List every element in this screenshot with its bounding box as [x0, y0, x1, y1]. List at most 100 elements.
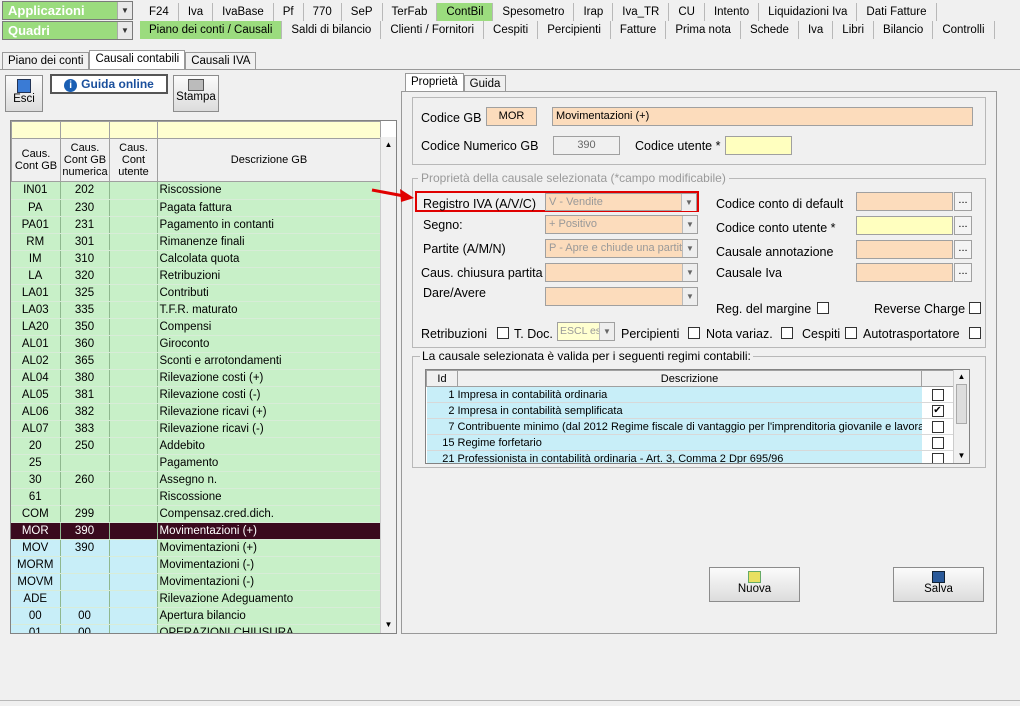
table-row[interactable]: LA01 325 Contributi: [11, 284, 381, 302]
regime-checkbox[interactable]: [931, 388, 944, 401]
conto-utente-browse-button[interactable]: ...: [954, 216, 972, 235]
table-row[interactable]: LA03 335 T.F.R. maturato: [11, 301, 381, 319]
esci-button[interactable]: Esci: [5, 75, 43, 112]
regime-row[interactable]: 7 Contribuente minimo (dal 2012 Regime fi…: [426, 418, 954, 435]
section-tab[interactable]: Schede: [741, 21, 799, 39]
module-tab[interactable]: CU: [669, 3, 705, 21]
module-tab[interactable]: Dati Fatture: [857, 3, 937, 21]
right-tab[interactable]: Proprietà: [405, 73, 464, 93]
section-tab[interactable]: Piano dei conti / Causali: [140, 21, 283, 39]
chevron-down-icon[interactable]: ▼: [599, 323, 614, 340]
module-tab[interactable]: TerFab: [383, 3, 438, 21]
table-row[interactable]: IM 310 Calcolata quota: [11, 250, 381, 268]
codice-utente-input[interactable]: [725, 136, 792, 155]
chevron-down-icon[interactable]: ▼: [117, 22, 132, 39]
cespiti-checkbox[interactable]: [845, 327, 857, 339]
table-row[interactable]: MOV 390 Movimentazioni (+): [11, 539, 381, 557]
module-tab[interactable]: IvaBase: [213, 3, 274, 21]
table-row[interactable]: LA20 350 Compensi: [11, 318, 381, 336]
margine-checkbox[interactable]: [817, 302, 829, 314]
section-tab[interactable]: Percipienti: [538, 21, 611, 39]
regime-checkbox[interactable]: [931, 420, 944, 433]
table-row[interactable]: AL01 360 Giroconto: [11, 335, 381, 353]
module-tab[interactable]: F24: [140, 3, 179, 21]
regime-row[interactable]: 21 Professionista in contabilità ordinari…: [426, 450, 954, 463]
chevron-down-icon[interactable]: ▼: [682, 288, 697, 305]
module-tab[interactable]: Iva_TR: [613, 3, 670, 21]
module-tab[interactable]: ContBil: [437, 3, 494, 21]
module-tab[interactable]: Spesometro: [493, 3, 575, 21]
table-row[interactable]: 30 260 Assegno n.: [11, 471, 381, 489]
table-row[interactable]: 01 00 OPERAZIONI CHIUSURA: [11, 624, 381, 633]
scroll-up-icon[interactable]: ▲: [954, 370, 969, 384]
guida-online-button[interactable]: i Guida online: [50, 74, 168, 94]
sub-combo[interactable]: Quadri ▼: [2, 21, 133, 40]
section-tab[interactable]: Libri: [833, 21, 875, 39]
section-tab[interactable]: Bilancio: [874, 21, 934, 39]
reverse-charge-checkbox[interactable]: [969, 302, 981, 314]
chevron-down-icon[interactable]: ▼: [682, 240, 697, 257]
dare-avere-select[interactable]: ▼: [545, 287, 698, 306]
regime-row[interactable]: 15 Regime forfetario: [426, 434, 954, 451]
scroll-thumb[interactable]: [956, 384, 967, 424]
nuova-button[interactable]: Nuova: [709, 567, 800, 602]
page-tab[interactable]: Piano dei conti: [2, 52, 90, 70]
regime-row[interactable]: 1 Impresa in contabilità ordinaria: [426, 386, 954, 403]
section-tab[interactable]: Saldi di bilancio: [282, 21, 382, 39]
table-row[interactable]: PA01 231 Pagamento in contanti: [11, 216, 381, 234]
table-row[interactable]: MOVM Movimentazioni (-): [11, 573, 381, 591]
scroll-down-icon[interactable]: ▼: [954, 449, 969, 463]
module-tab[interactable]: Iva: [179, 3, 214, 21]
regime-row[interactable]: 2 Impresa in contabilità semplificata ✔: [426, 402, 954, 419]
conto-default-browse-button[interactable]: ...: [954, 192, 972, 211]
module-tab[interactable]: Liquidazioni Iva: [759, 3, 858, 21]
chevron-down-icon[interactable]: ▼: [682, 264, 697, 281]
module-tab[interactable]: SeP: [342, 3, 383, 21]
table-row[interactable]: IN01 202 Riscossione: [11, 182, 381, 200]
section-tab[interactable]: Controlli: [933, 21, 995, 39]
table-header[interactable]: Caus. Cont GB: [11, 138, 61, 182]
partite-select[interactable]: P - Apre e chiude una partita ▼: [545, 239, 698, 258]
regime-checkbox[interactable]: ✔: [931, 404, 944, 417]
table-row[interactable]: RM 301 Rimanenze finali: [11, 233, 381, 251]
table-row[interactable]: 61 Riscossione: [11, 488, 381, 506]
table-row[interactable]: 00 00 Apertura bilancio: [11, 607, 381, 625]
module-tab[interactable]: Irap: [574, 3, 614, 21]
table-header[interactable]: Descrizione GB: [157, 138, 381, 182]
table-row[interactable]: 20 250 Addebito: [11, 437, 381, 455]
autotrasportatore-checkbox[interactable]: [969, 327, 981, 339]
regimi-scrollbar[interactable]: ▲ ▼: [953, 370, 969, 463]
table-row[interactable]: AL02 365 Sconti e arrotondamenti: [11, 352, 381, 370]
scroll-up-icon[interactable]: ▲: [381, 137, 396, 153]
table-row[interactable]: AL05 381 Rilevazione costi (-): [11, 386, 381, 404]
table-row[interactable]: ADE Rilevazione Adeguamento: [11, 590, 381, 608]
table-row[interactable]: AL07 383 Rilevazione ricavi (-): [11, 420, 381, 438]
scroll-down-icon[interactable]: ▼: [381, 617, 396, 633]
segno-select[interactable]: + Positivo ▼: [545, 215, 698, 234]
registro-iva-select[interactable]: V - Vendite ▼: [545, 193, 697, 211]
table-row[interactable]: PA 230 Pagata fattura: [11, 199, 381, 217]
module-tab[interactable]: 770: [304, 3, 342, 21]
regime-checkbox[interactable]: [931, 452, 944, 463]
causale-iva-browse-button[interactable]: ...: [954, 263, 972, 282]
section-tab[interactable]: Iva: [799, 21, 834, 39]
section-tab[interactable]: Prima nota: [666, 21, 741, 39]
table-row[interactable]: LA 320 Retribuzioni: [11, 267, 381, 285]
retribuzioni-checkbox[interactable]: [497, 327, 509, 339]
module-tab[interactable]: Pf: [274, 3, 304, 21]
app-combo[interactable]: Applicazioni ▼: [2, 1, 133, 20]
module-tab[interactable]: Intento: [705, 3, 760, 21]
conto-utente-input[interactable]: [856, 216, 953, 235]
section-tab[interactable]: Cespiti: [484, 21, 539, 39]
table-row[interactable]: COM 299 Compensaz.cred.dich.: [11, 505, 381, 523]
chiusura-select[interactable]: ▼: [545, 263, 698, 282]
stampa-button[interactable]: Stampa: [173, 75, 219, 112]
annotazione-browse-button[interactable]: ...: [954, 240, 972, 259]
page-tab[interactable]: Causali contabili: [89, 50, 186, 70]
table-row[interactable]: MORM Movimentazioni (-): [11, 556, 381, 574]
chevron-down-icon[interactable]: ▼: [117, 2, 132, 19]
table-header[interactable]: Caus. Cont utente: [109, 138, 158, 182]
chevron-down-icon[interactable]: ▼: [681, 194, 696, 211]
percipienti-checkbox[interactable]: [688, 327, 700, 339]
table-row[interactable]: AL04 380 Rilevazione costi (+): [11, 369, 381, 387]
